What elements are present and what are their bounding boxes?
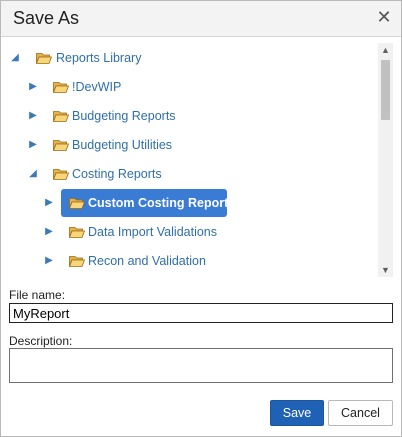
scrollbar-thumb[interactable] xyxy=(381,60,390,120)
folder-open-icon xyxy=(69,198,85,209)
close-icon[interactable]: ✕ xyxy=(375,7,393,27)
file-name-label: File name: xyxy=(9,288,66,302)
folder-icon xyxy=(53,140,69,151)
tree-node-costing-reports[interactable]: ◢ Costing Reports xyxy=(1,163,371,185)
description-input[interactable] xyxy=(9,348,393,383)
tree-node-label: Custom Costing Reports xyxy=(88,196,236,210)
tree-node-budgeting-reports[interactable]: ▶ Budgeting Reports xyxy=(1,105,371,127)
tree-node-label: Reports Library xyxy=(56,51,142,65)
expand-arrow-icon[interactable]: ▶ xyxy=(43,250,55,272)
tree-node-recon-and-validation[interactable]: ▶ Recon and Validation xyxy=(1,250,371,272)
collapse-arrow-icon[interactable]: ◢ xyxy=(9,47,21,69)
dialog-title: Save As xyxy=(13,8,80,28)
tree-node-reports-library[interactable]: ◢ Reports Library xyxy=(1,47,371,69)
save-as-dialog: Save As ✕ ◢ Reports Library ▶ !DevWIP ▶ xyxy=(0,0,402,437)
tree-node-label: Budgeting Utilities xyxy=(72,138,173,152)
save-button[interactable]: Save xyxy=(270,400,324,426)
tree-node-label: Data Import Validations xyxy=(88,225,217,239)
scroll-down-icon[interactable]: ▼ xyxy=(378,263,393,277)
cancel-button[interactable]: Cancel xyxy=(328,400,393,426)
tree-node-label: Recon and Validation xyxy=(88,254,206,268)
collapse-arrow-icon[interactable]: ◢ xyxy=(27,163,39,185)
folder-icon xyxy=(69,227,85,238)
expand-arrow-icon[interactable]: ▶ xyxy=(27,105,39,127)
folder-icon xyxy=(53,111,69,122)
tree-node-label: !DevWIP xyxy=(72,80,122,94)
expand-arrow-icon[interactable]: ▶ xyxy=(43,221,55,243)
expand-arrow-icon[interactable]: ▶ xyxy=(27,76,39,98)
folder-icon xyxy=(69,256,85,267)
tree-node-custom-costing-reports[interactable]: ▶ Custom Costing Reports xyxy=(1,189,371,217)
file-name-input[interactable] xyxy=(9,303,393,323)
tree-node-budgeting-utilities[interactable]: ▶ Budgeting Utilities xyxy=(1,134,371,156)
expand-arrow-icon[interactable]: ▶ xyxy=(27,134,39,156)
folder-open-icon xyxy=(36,53,52,64)
scroll-up-icon[interactable]: ▲ xyxy=(378,43,393,57)
tree-node-data-import-validations[interactable]: ▶ Data Import Validations xyxy=(1,221,371,243)
folder-icon xyxy=(53,82,69,93)
tree-scrollbar[interactable]: ▲ ▼ xyxy=(378,43,393,277)
expand-arrow-icon[interactable]: ▶ xyxy=(43,192,55,214)
tree-node-label: Budgeting Reports xyxy=(72,109,176,123)
folder-open-icon xyxy=(53,169,69,180)
tree-node-label: Costing Reports xyxy=(72,167,162,181)
dialog-titlebar: Save As ✕ xyxy=(1,1,401,37)
tree-node-devwip[interactable]: ▶ !DevWIP xyxy=(1,76,371,98)
folder-tree: ◢ Reports Library ▶ !DevWIP ▶ Budgeting … xyxy=(1,37,377,279)
description-label: Description: xyxy=(9,334,73,348)
